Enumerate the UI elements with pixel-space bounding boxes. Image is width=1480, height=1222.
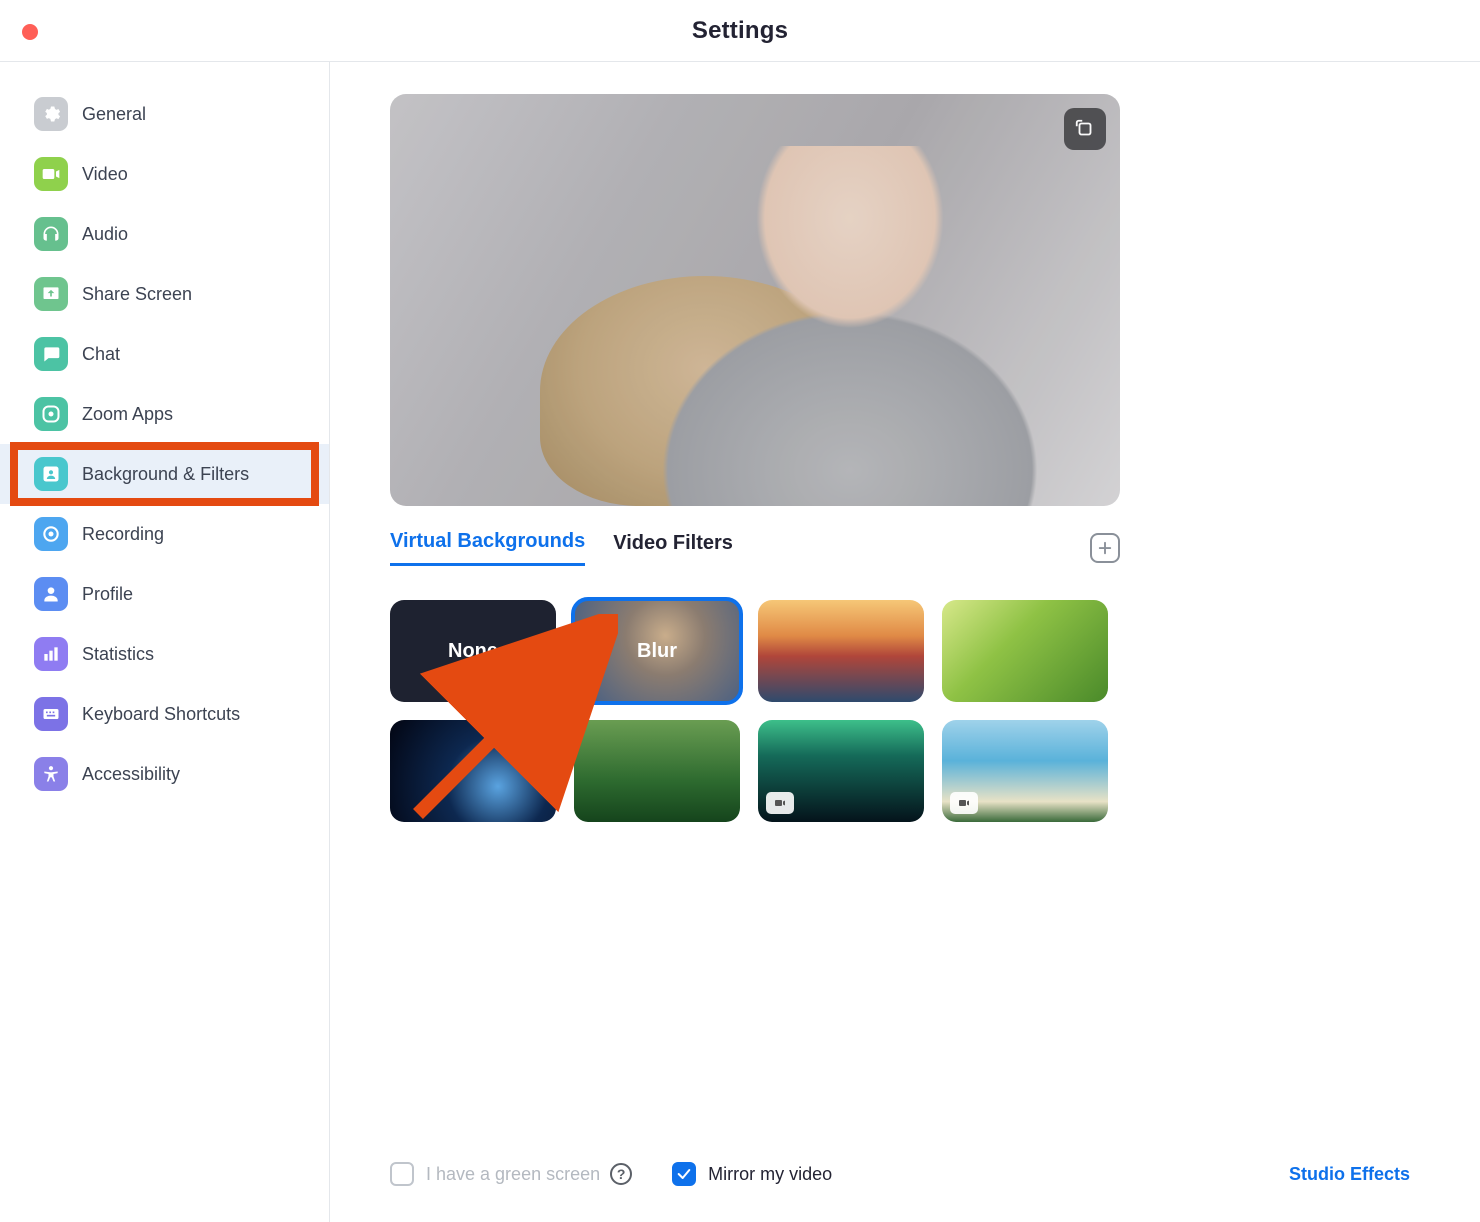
- sidebar-item-label: Statistics: [82, 644, 154, 665]
- share-screen-icon: [34, 277, 68, 311]
- sidebar-item-accessibility[interactable]: Accessibility: [0, 744, 329, 804]
- video-badge-icon: [766, 792, 794, 814]
- accessibility-icon: [34, 757, 68, 791]
- sidebar-item-recording[interactable]: Recording: [0, 504, 329, 564]
- green-screen-checkbox[interactable]: [390, 1162, 414, 1186]
- sidebar-item-video[interactable]: Video: [0, 144, 329, 204]
- background-icon: [34, 457, 68, 491]
- sidebar-item-audio[interactable]: Audio: [0, 204, 329, 264]
- sidebar-item-label: Share Screen: [82, 284, 192, 305]
- add-background-button[interactable]: [1090, 533, 1120, 563]
- sidebar-item-share-screen[interactable]: Share Screen: [0, 264, 329, 324]
- recording-icon: [34, 517, 68, 551]
- gear-icon: [34, 97, 68, 131]
- sidebar-item-label: Keyboard Shortcuts: [82, 704, 240, 725]
- green-screen-label: I have a green screen: [426, 1164, 600, 1185]
- sidebar-item-label: Chat: [82, 344, 120, 365]
- plus-icon: [1096, 539, 1114, 557]
- footer: I have a green screen ? Mirror my video …: [390, 1162, 1410, 1186]
- help-icon[interactable]: ?: [610, 1163, 632, 1185]
- tab-virtual-backgrounds[interactable]: Virtual Backgrounds: [390, 530, 585, 566]
- sidebar-item-keyboard-shortcuts[interactable]: Keyboard Shortcuts: [0, 684, 329, 744]
- headphones-icon: [34, 217, 68, 251]
- bg-tile-jungle[interactable]: [574, 720, 740, 822]
- window-close-dot[interactable]: [22, 24, 38, 40]
- sidebar-item-background-filters[interactable]: Background & Filters: [0, 444, 329, 504]
- video-preview: [390, 94, 1120, 506]
- sidebar-item-label: Accessibility: [82, 764, 180, 785]
- bg-tile-bridge[interactable]: [758, 600, 924, 702]
- sidebar-item-profile[interactable]: Profile: [0, 564, 329, 624]
- bg-tile-beach[interactable]: [942, 720, 1108, 822]
- tile-label: Blur: [637, 640, 677, 663]
- window-title: Settings: [692, 17, 788, 45]
- bg-tile-earth[interactable]: [390, 720, 556, 822]
- mirror-video-checkbox[interactable]: [672, 1162, 696, 1186]
- tab-video-filters[interactable]: Video Filters: [613, 532, 733, 565]
- sidebar-item-label: Recording: [82, 524, 164, 545]
- titlebar: Settings: [0, 0, 1480, 62]
- apps-icon: [34, 397, 68, 431]
- background-grid: None Blur: [390, 600, 1120, 822]
- bg-tile-grass[interactable]: [942, 600, 1108, 702]
- statistics-icon: [34, 637, 68, 671]
- sidebar-item-label: Video: [82, 164, 128, 185]
- rotate-camera-button[interactable]: [1064, 108, 1106, 150]
- mirror-video-label: Mirror my video: [708, 1164, 832, 1185]
- bg-tile-aurora[interactable]: [758, 720, 924, 822]
- tile-label: None: [448, 640, 498, 663]
- video-icon: [34, 157, 68, 191]
- preview-person: [640, 146, 1060, 506]
- sidebar-item-label: Background & Filters: [82, 464, 249, 485]
- bg-tile-none[interactable]: None: [390, 600, 556, 702]
- sidebar-item-chat[interactable]: Chat: [0, 324, 329, 384]
- video-badge-icon: [950, 792, 978, 814]
- sidebar-item-zoom-apps[interactable]: Zoom Apps: [0, 384, 329, 444]
- sidebar-item-label: Profile: [82, 584, 133, 605]
- sidebar-item-label: Zoom Apps: [82, 404, 173, 425]
- sidebar-item-general[interactable]: General: [0, 84, 329, 144]
- sidebar-item-statistics[interactable]: Statistics: [0, 624, 329, 684]
- main-panel: Virtual Backgrounds Video Filters None B…: [330, 62, 1480, 1222]
- rotate-icon: [1074, 118, 1096, 140]
- sidebar: General Video Audio Share Screen Chat: [0, 62, 330, 1222]
- bg-tile-blur[interactable]: Blur: [574, 600, 740, 702]
- profile-icon: [34, 577, 68, 611]
- studio-effects-link[interactable]: Studio Effects: [1289, 1164, 1410, 1185]
- check-icon: [676, 1166, 692, 1182]
- sidebar-item-label: General: [82, 104, 146, 125]
- tabs: Virtual Backgrounds Video Filters: [390, 530, 1120, 566]
- sidebar-item-label: Audio: [82, 224, 128, 245]
- chat-icon: [34, 337, 68, 371]
- keyboard-icon: [34, 697, 68, 731]
